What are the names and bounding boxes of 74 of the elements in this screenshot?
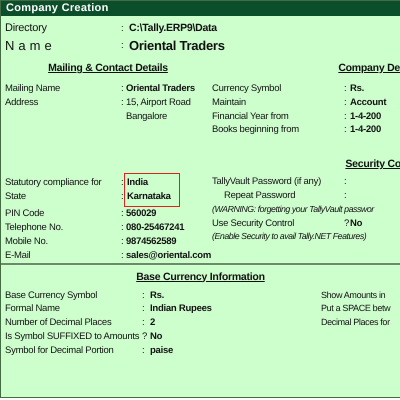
field-value[interactable]: 15, Airport Road [126, 96, 212, 110]
field-value[interactable]: 080-25467241 [126, 221, 212, 235]
separator: : [344, 96, 348, 110]
field-label: PIN Code [5, 207, 46, 222]
field-label: Repeat Password [223, 188, 296, 203]
section-heading: Mailing & Contact Details [48, 62, 168, 76]
note-text: (WARNING: forgetting your TallyVault passwor [212, 202, 376, 216]
field-value[interactable]: Rs. [150, 288, 321, 302]
separator: ? [142, 330, 148, 344]
field-label: Mailing Name [5, 82, 62, 96]
field-label: State [5, 190, 27, 204]
field-label: Number of Decimal Places [5, 316, 112, 330]
window-title: Company Creation [1, 1, 400, 16]
separator: ? [344, 216, 350, 230]
separator: : [121, 22, 124, 34]
field-label: TallyVault Password (if any) [212, 175, 322, 189]
field-value[interactable]: paise [150, 344, 321, 358]
field-value[interactable]: Indian Rupees [150, 302, 321, 316]
field-label: Books beginning from [212, 123, 300, 138]
field-label: Is Symbol SUFFIXED to Amounts [5, 330, 140, 344]
field-label: Put a SPACE betw [321, 302, 392, 316]
separator: : [344, 123, 348, 138]
separator: : [344, 110, 348, 124]
field-value[interactable]: No [150, 330, 321, 344]
field-label: E-Mail [5, 248, 32, 263]
separator: : [121, 248, 124, 263]
separator: : [142, 288, 146, 302]
field-value[interactable]: 2 [150, 316, 321, 330]
separator: : [142, 316, 146, 330]
separator: : [121, 234, 124, 249]
field-value[interactable]: Bangalore [126, 110, 212, 124]
note-text: (Enable Security to avail Tally.NET Features) [212, 230, 368, 244]
field-value[interactable]: 9874562589 [126, 234, 212, 249]
field-label: Symbol for Decimal Portion [5, 344, 115, 358]
separator: : [121, 82, 124, 96]
field-value[interactable]: 1-4-200 [350, 123, 400, 138]
separator: : [121, 40, 124, 51]
separator: : [121, 221, 124, 235]
separator: : [121, 207, 124, 222]
field-value[interactable]: Karnataka [127, 190, 177, 204]
field-label: Financial Year from [212, 110, 290, 124]
field-value[interactable]: Oriental Traders [129, 38, 400, 53]
field-value[interactable]: Rs. [350, 82, 400, 96]
field-value[interactable]: 1-4-200 [350, 110, 400, 124]
field-value[interactable]: Oriental Traders [126, 82, 212, 96]
field-label: Address [5, 96, 40, 110]
field-label: Mobile No. [5, 234, 49, 249]
separator: : [121, 190, 124, 204]
field-value[interactable]: 560029 [126, 207, 212, 222]
field-value[interactable]: India [127, 176, 177, 190]
field-value[interactable]: C:\Tally.ERP9\Data [129, 22, 400, 34]
separator: : [142, 344, 146, 358]
field-label: Show Amounts in [321, 288, 386, 302]
field-label: Maintain [212, 96, 247, 110]
separator: : [344, 188, 348, 203]
field-label: Directory [5, 22, 48, 34]
field-label: Statutory compliance for [5, 176, 102, 190]
field-label: Base Currency Symbol [5, 288, 98, 302]
separator: : [121, 96, 124, 110]
field-value[interactable]: No [350, 216, 400, 230]
field-label: Telephone No. [5, 221, 64, 235]
field-label: Formal Name [5, 302, 61, 316]
field-value[interactable]: Account [350, 96, 400, 110]
field-value[interactable]: sales@oriental.com [126, 248, 212, 263]
separator: : [344, 175, 348, 189]
field-label: Decimal Places for [321, 316, 391, 330]
section-heading: Base Currency Information [136, 270, 265, 285]
separator: : [142, 302, 146, 316]
separator: : [344, 82, 348, 96]
section-heading: Company De [338, 62, 400, 76]
separator: : [121, 176, 124, 190]
field-label: Currency Symbol [212, 82, 282, 96]
field-label: Use Security Control [212, 216, 296, 230]
field-label: Name [5, 38, 57, 53]
